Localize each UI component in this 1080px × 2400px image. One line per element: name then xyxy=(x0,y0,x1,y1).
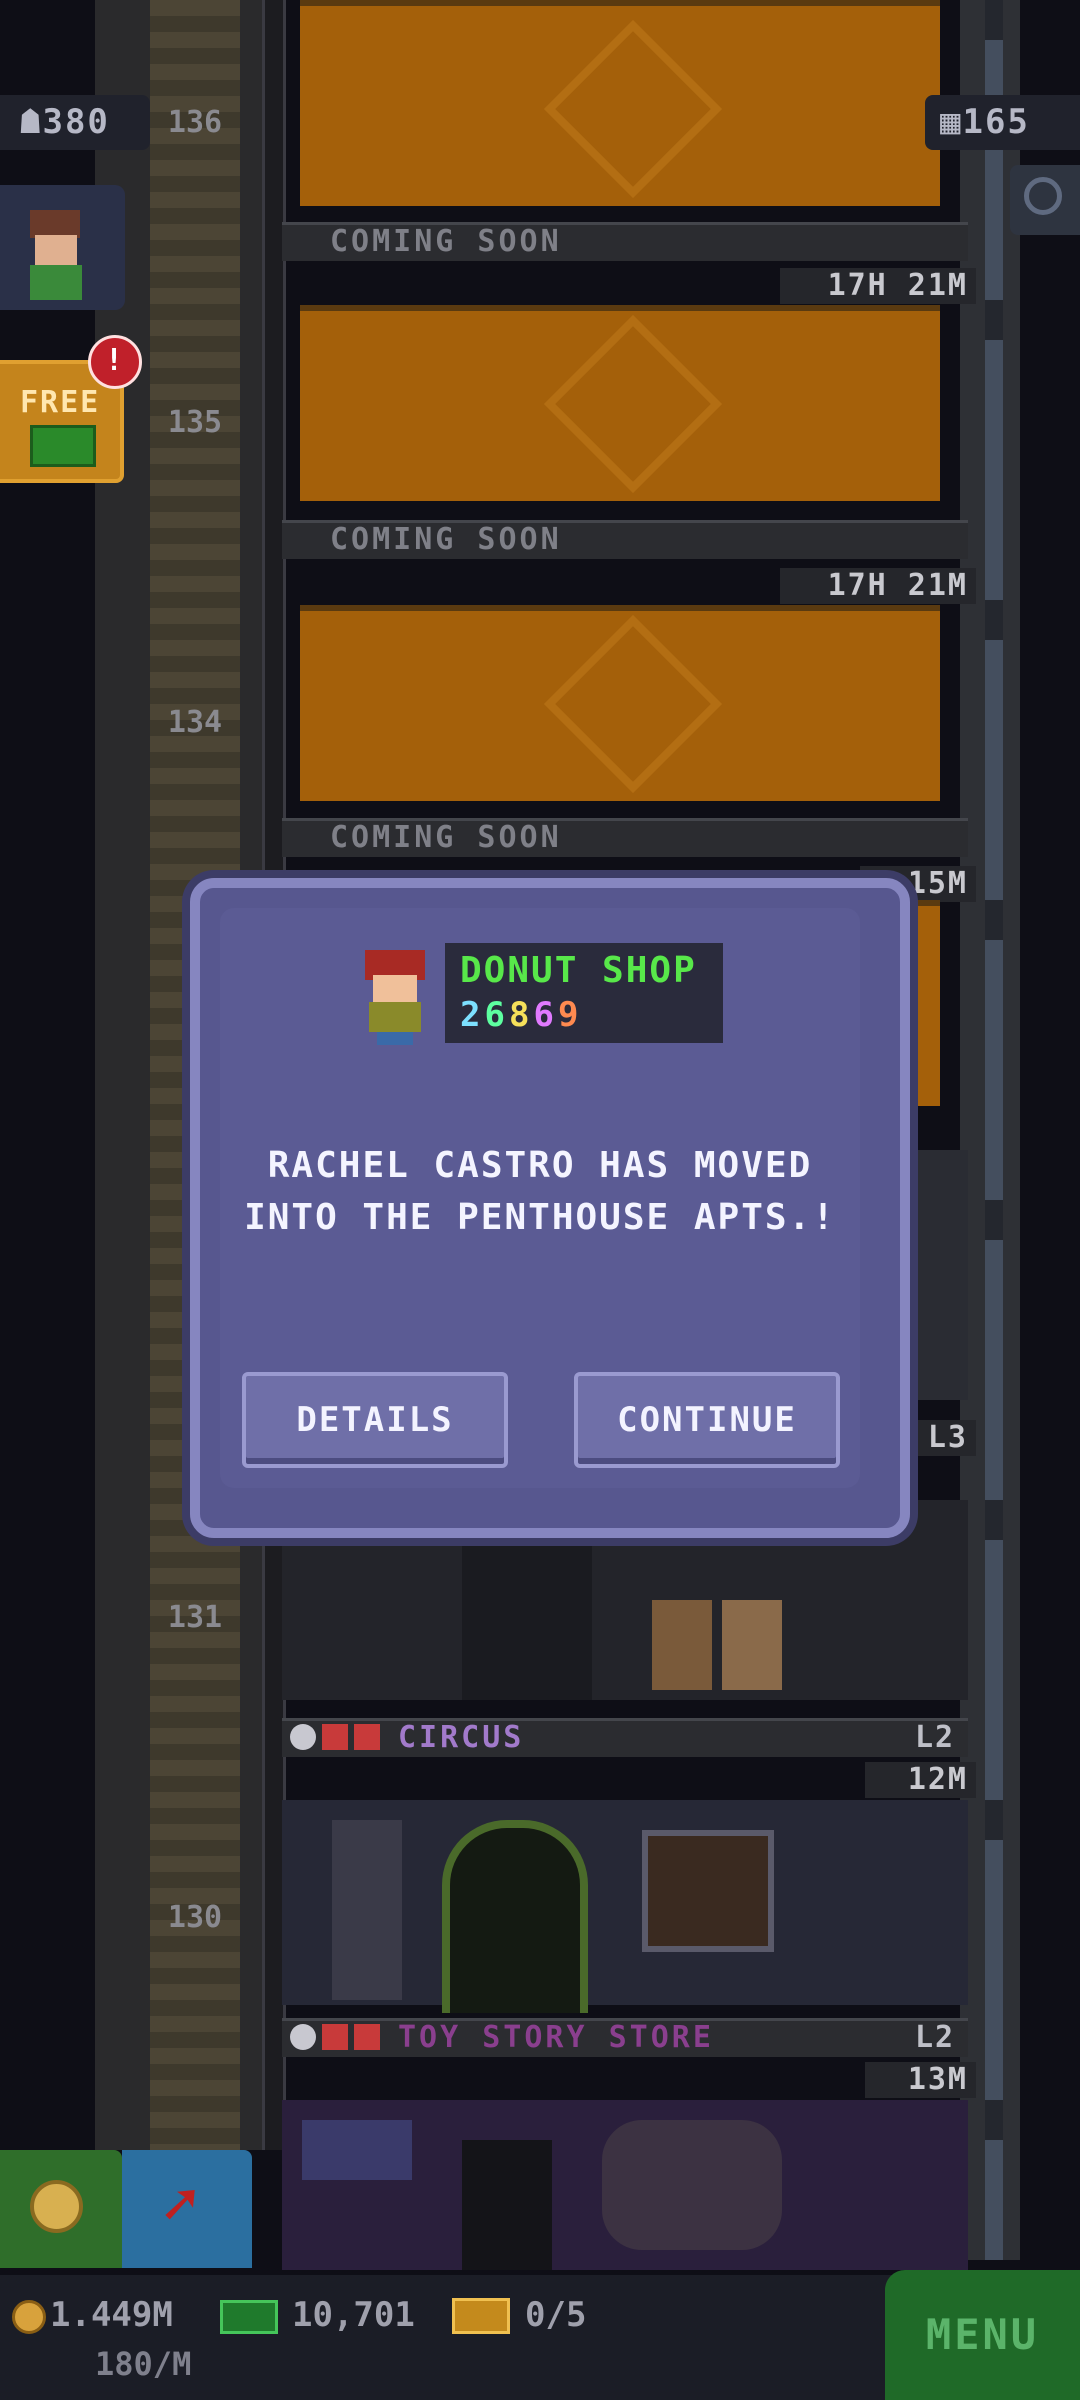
construction-sign-icon xyxy=(543,314,723,494)
message-line: INTO THE PENTHOUSE APTS.! xyxy=(244,1197,836,1238)
coins-button[interactable] xyxy=(0,2150,122,2268)
stock-empty-icon xyxy=(354,1724,380,1750)
continue-button[interactable]: CONTINUE xyxy=(574,1372,840,1468)
shop-code-digit: 9 xyxy=(557,995,583,1035)
tower-right-windows xyxy=(985,0,1003,2260)
coins-value: 1.449M xyxy=(50,2295,173,2335)
floor-label: COMING SOON xyxy=(330,522,562,557)
balloons-display xyxy=(602,2120,782,2250)
floor-136-construction[interactable] xyxy=(300,0,940,206)
floor-label: COMING SOON xyxy=(330,224,562,259)
shop-code-digit: 8 xyxy=(508,995,534,1035)
robot-statue xyxy=(332,1820,402,2000)
floor-label: CIRCUS xyxy=(398,1720,525,1755)
construction-sign-icon xyxy=(543,19,723,199)
dialog-message: RACHEL CASTRO HAS MOVED INTO THE PENTHOU… xyxy=(230,1140,850,1244)
shop-code: 26869 xyxy=(460,995,582,1035)
search-button[interactable] xyxy=(1010,165,1080,235)
notification-badge: ! xyxy=(88,335,142,389)
avatar-body xyxy=(30,265,82,300)
toy-shelf xyxy=(302,2120,412,2180)
floor-135-construction[interactable] xyxy=(300,305,940,501)
tenant-shirt xyxy=(369,1002,421,1032)
avatar-face xyxy=(35,235,77,265)
floor-level: L2 xyxy=(915,1720,956,1755)
floor-number: 134 xyxy=(167,705,223,740)
ticket-icon xyxy=(452,2298,510,2334)
tickets-value: 0/5 xyxy=(525,2295,587,2335)
search-icon xyxy=(1024,177,1062,215)
tenant-pants xyxy=(377,1032,413,1045)
floor-label: TOY STORY STORE xyxy=(398,2020,714,2055)
shop-code-digit: 6 xyxy=(484,995,509,1035)
tenant-face xyxy=(373,975,417,1003)
stock-empty-icon xyxy=(322,2024,348,2050)
floor-129-shop[interactable] xyxy=(282,2100,968,2270)
floor-level: L2 xyxy=(915,2020,956,2055)
shop-doorway xyxy=(462,2140,552,2270)
shop-doorway xyxy=(462,1530,592,1700)
avatar-button[interactable] xyxy=(0,185,125,310)
bux-value: 10,701 xyxy=(292,2295,415,2335)
construction-sign-icon xyxy=(543,614,723,794)
floor-number: 130 xyxy=(167,1900,223,1935)
floor-count-value: ▦165 xyxy=(940,102,1030,142)
build-arrow-icon: ➚ xyxy=(162,2170,199,2240)
build-button[interactable]: ➚ xyxy=(122,2150,252,2268)
clock-icon xyxy=(290,2024,316,2050)
floor-130-shop[interactable] xyxy=(282,1800,968,2013)
shop-code-digit: 2 xyxy=(460,995,485,1035)
coin-icon xyxy=(12,2300,46,2334)
building-icon: ▦ xyxy=(940,102,963,142)
tenant-sprite xyxy=(722,1600,782,1690)
floor-level: L3 xyxy=(900,1420,976,1456)
lion-poster xyxy=(642,1830,774,1952)
shop-code-digit: 6 xyxy=(533,995,558,1035)
floor-number: 136 xyxy=(167,105,223,140)
floor-label: COMING SOON xyxy=(330,820,562,855)
floor-number: 135 xyxy=(167,405,223,440)
free-label: FREE xyxy=(20,385,101,420)
floor-number: 131 xyxy=(167,1600,223,1635)
floor-timer: 17H 21M xyxy=(780,268,976,304)
gift-icon xyxy=(30,425,96,467)
floor-label-bar xyxy=(282,1718,968,1757)
coin-rate: 180/M xyxy=(95,2345,192,2383)
message-line: RACHEL CASTRO HAS MOVED xyxy=(267,1145,813,1186)
details-button[interactable]: DETAILS xyxy=(242,1372,508,1468)
clock-icon xyxy=(290,1724,316,1750)
coin-stack-icon xyxy=(30,2180,83,2233)
floor-timer: 17H 21M xyxy=(780,568,976,604)
floor-timer: 13M xyxy=(865,2062,976,2098)
bux-icon xyxy=(220,2300,278,2334)
avatar-hair xyxy=(30,210,80,238)
stock-empty-icon xyxy=(322,1724,348,1750)
tenant-sprite xyxy=(652,1600,712,1690)
circus-arch xyxy=(442,1820,588,2013)
shop-name: DONUT SHOP xyxy=(460,950,697,991)
population-value: ☗380 xyxy=(20,102,110,142)
floor-timer: 12M xyxy=(865,1762,976,1798)
menu-button[interactable]: MENU xyxy=(885,2270,1080,2400)
floor-134-construction[interactable] xyxy=(300,605,940,801)
stock-empty-icon xyxy=(354,2024,380,2050)
tenant-avatar xyxy=(365,950,425,1045)
person-icon: ☗ xyxy=(20,102,43,142)
